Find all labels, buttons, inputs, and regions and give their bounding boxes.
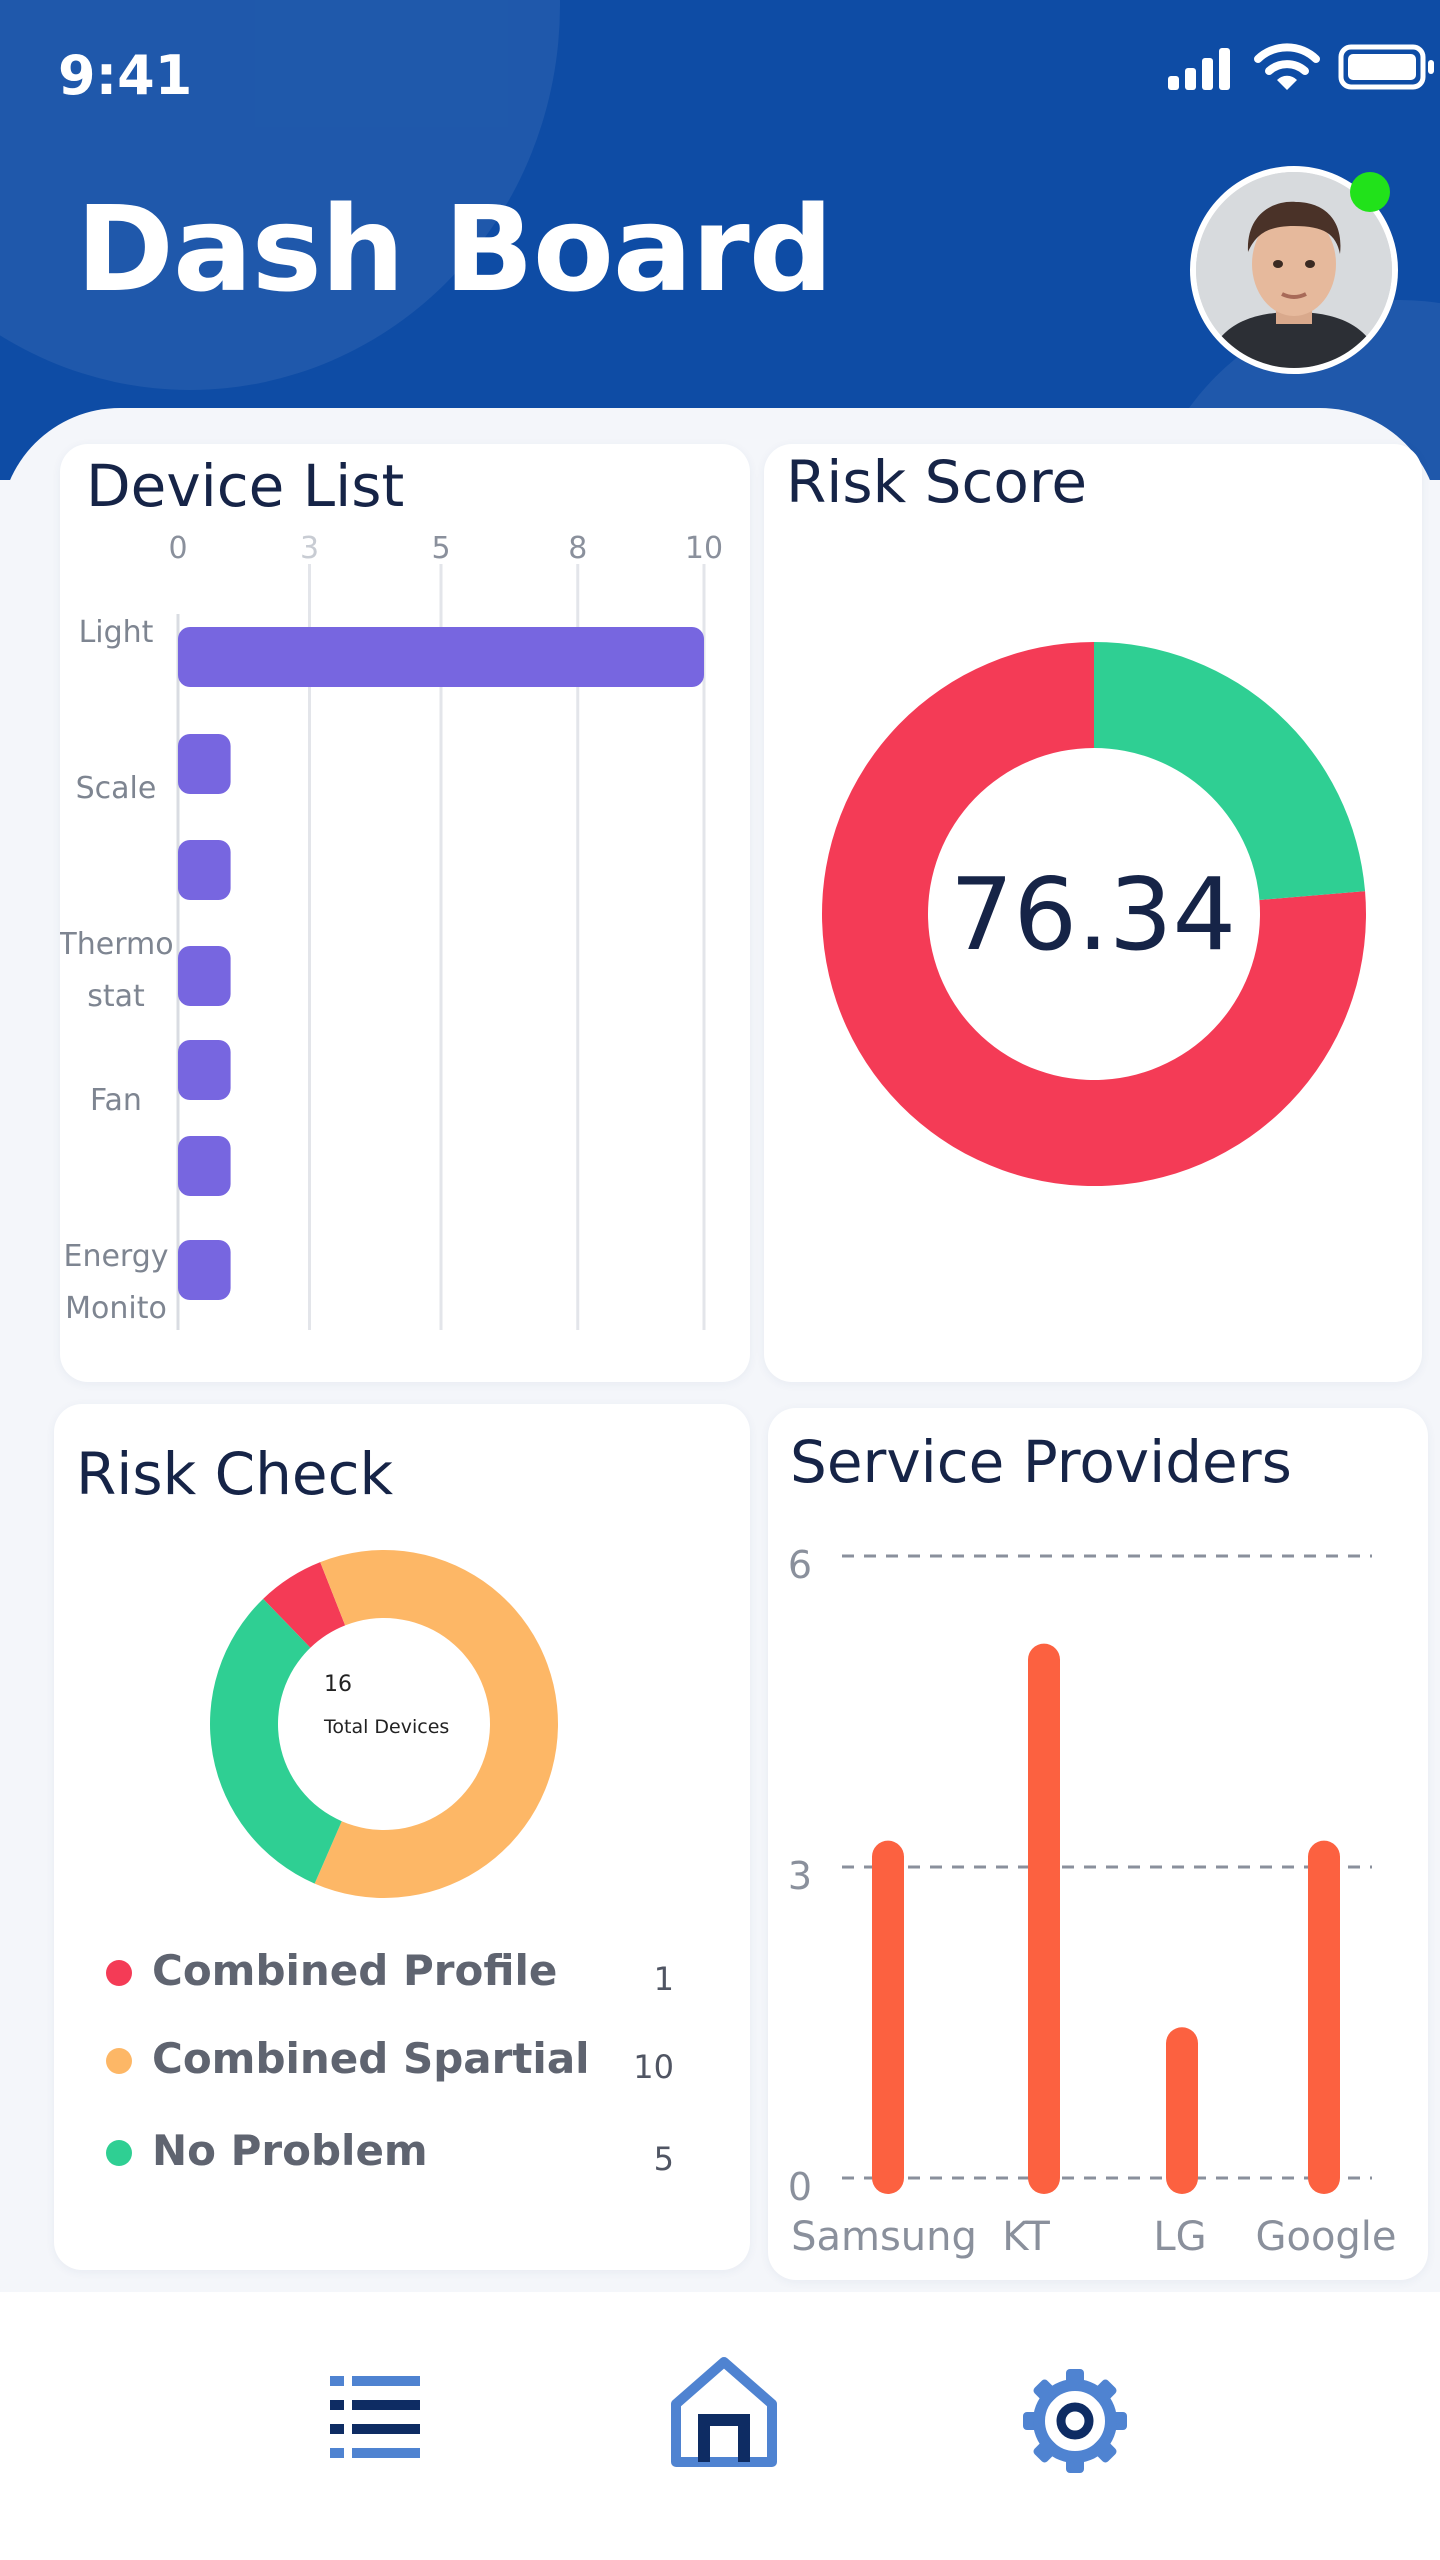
risk-check-card[interactable]: Risk Check 16 Total Devices Combined Pro…	[54, 1404, 750, 2270]
x-category-label: Samsung	[791, 2214, 977, 2260]
y-category-label: Energy Monito	[63, 1239, 168, 1326]
risk-score-value: 76.34	[949, 856, 1237, 973]
x-category-label: Google	[1255, 2214, 1396, 2260]
device-bar	[178, 946, 231, 1006]
nav-home-button[interactable]	[668, 2354, 780, 2472]
status-time: 9:41	[58, 44, 193, 107]
legend-count: 1	[653, 1960, 674, 1998]
x-category-label: KT	[1002, 2214, 1050, 2260]
device-bar	[178, 627, 704, 687]
battery-icon	[1338, 44, 1434, 90]
status-bar: 9:41	[0, 0, 1440, 150]
online-status-dot	[1350, 172, 1390, 212]
legend-count: 5	[653, 2140, 674, 2178]
risk-check-total-value: 16	[324, 1672, 352, 1697]
signal-icon	[1168, 48, 1230, 90]
nav-settings-button[interactable]	[1020, 2366, 1130, 2476]
risk-check-donut	[210, 1550, 558, 1898]
device-bar	[178, 1136, 231, 1196]
list-icon	[330, 2376, 420, 2458]
legend-label: Combined Spartial	[152, 2034, 590, 2083]
device-bar	[178, 734, 231, 794]
wifi-icon	[1254, 43, 1320, 90]
nav-list-button[interactable]	[326, 2368, 426, 2468]
x-tick-label: 8	[568, 531, 587, 566]
y-tick-label: 0	[788, 2165, 812, 2209]
legend-dot-orange	[106, 2048, 132, 2074]
device-list-card[interactable]: Device List 0 3 5 8 10 Light Scale Thermo stat Fa…	[60, 444, 750, 1382]
device-bar	[178, 840, 231, 900]
y-category-label: Scale	[76, 771, 157, 806]
legend-dot-red	[106, 1960, 132, 1986]
device-list-chart: 0 3 5 8 10 Light Scale Thermo stat Fan Energy Monit…	[60, 531, 723, 1330]
risk-score-card[interactable]: Risk Score 76.34	[764, 444, 1422, 1382]
x-category-label: LG	[1153, 2214, 1206, 2260]
legend-label: Combined Profile	[152, 1946, 558, 1995]
device-bar	[178, 1040, 231, 1100]
y-category-label: Thermo stat	[60, 927, 174, 1014]
legend-count: 10	[633, 2048, 674, 2086]
x-tick-label: 5	[431, 531, 450, 566]
legend-dot-green	[106, 2140, 132, 2166]
x-tick-label: 10	[685, 531, 723, 566]
device-bar	[178, 1240, 231, 1300]
y-tick-label: 3	[788, 1854, 812, 1898]
legend-label: No Problem	[152, 2126, 428, 2175]
y-category-label: Light	[79, 615, 154, 650]
home-icon	[671, 2357, 777, 2467]
bottom-nav	[0, 2292, 1440, 2560]
page-title: Dash Board	[76, 180, 833, 318]
service-providers-chart: 0 3 6 Samsung KT LG Google	[788, 1543, 1397, 2260]
y-category-label: Fan	[90, 1083, 142, 1118]
x-tick-label: 3	[300, 531, 319, 566]
x-tick-label: 0	[168, 531, 187, 566]
risk-check-slice	[210, 1598, 342, 1884]
y-tick-label: 6	[788, 1543, 812, 1587]
risk-check-total-label: Total Devices	[324, 1716, 450, 1738]
settings-icon	[1023, 2369, 1127, 2473]
service-providers-card[interactable]: Service Providers 0 3 6 Samsung KT LG Google	[768, 1408, 1428, 2280]
